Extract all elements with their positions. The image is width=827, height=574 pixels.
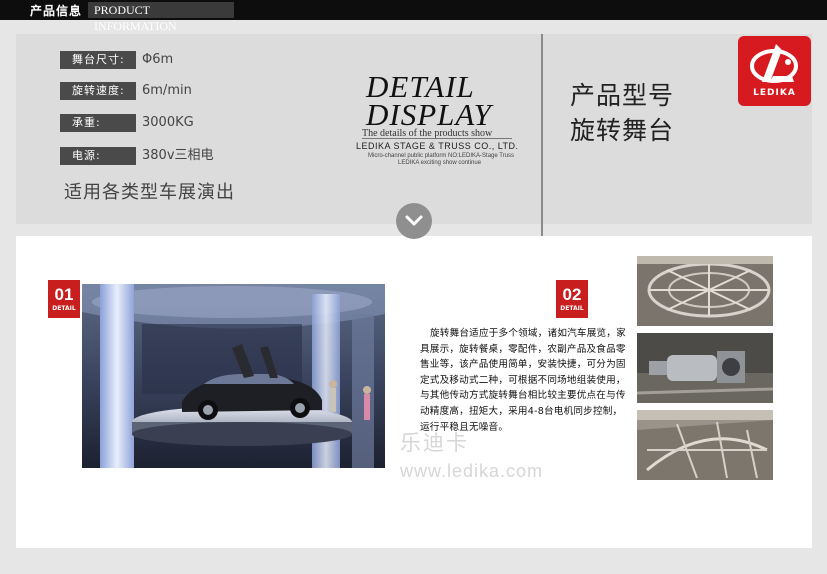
watermark-url: www.ledika.com (400, 461, 544, 481)
badge-label: DETAIL (560, 305, 584, 312)
vertical-divider (541, 34, 543, 256)
spec-value-power: 380v三相电 (142, 148, 214, 163)
badge-label: DETAIL (52, 305, 76, 312)
car-showroom-photo (82, 284, 385, 468)
logo-text: LEDIKA (753, 88, 796, 98)
watermark-brand-cn: 乐迪卡 (400, 431, 469, 455)
spec-label-load: 承重: (60, 114, 136, 132)
spec-label-power: 电源: (60, 147, 136, 165)
detail-company: LEDIKA STAGE & TRUSS CO., LTD. (356, 141, 519, 151)
frame-structure-thumbnail (637, 256, 773, 326)
header-title-en: PRODUCT INFORMATION (88, 2, 234, 33)
product-model-label: 产品型号 (570, 81, 675, 110)
detail-title-line2: DISPLAY (366, 97, 492, 132)
detail-divider (362, 138, 512, 139)
product-description: 旋转舞台适应于多个领域，诸如汽车展览，家具展示，旋转餐桌，零配件，农副产品及食品… (420, 328, 626, 433)
ledika-logo-mark-icon (750, 44, 798, 83)
scroll-down-button[interactable] (396, 203, 432, 239)
application-text: 适用各类型车展演出 (64, 182, 235, 203)
detail-slogan: LEDIKA exciting show continue (398, 160, 482, 166)
spec-value-size: Φ6m (142, 52, 174, 67)
spec-value-load: 3000KG (142, 115, 194, 130)
detail-wechat-note: Micro-channel public platform NO:LEDIKA-… (368, 153, 515, 159)
chevron-down-icon (405, 215, 423, 226)
spec-label-size: 舞台尺寸: (60, 51, 136, 69)
motor-drive-thumbnail (637, 333, 773, 403)
badge-number: 01 (54, 285, 74, 304)
ledika-logo: LEDIKA (738, 36, 811, 106)
top-header-bar: 产品信息 PRODUCT INFORMATION (0, 0, 827, 33)
detail-badge-02: 02 DETAIL (556, 280, 588, 318)
spec-value-speed: 6m/min (142, 83, 192, 98)
detail-badge-01: 01 DETAIL (48, 280, 80, 318)
platform-frame-thumbnail (637, 410, 773, 480)
badge-number: 02 (562, 285, 582, 304)
spec-label-speed: 旋转速度: (60, 82, 136, 100)
header-title-cn: 产品信息 (30, 4, 83, 18)
product-model-name: 旋转舞台 (570, 116, 675, 145)
